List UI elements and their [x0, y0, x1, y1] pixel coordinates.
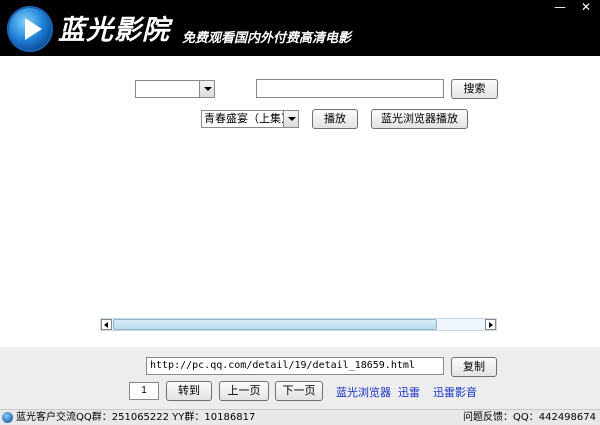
episode-select-value: 青春盛宴（上集） — [204, 112, 292, 125]
close-icon[interactable]: ✕ — [576, 1, 596, 15]
scroll-left-icon[interactable] — [101, 319, 112, 330]
category-select[interactable] — [135, 80, 215, 98]
goto-button[interactable]: 转到 — [166, 381, 212, 401]
browser-play-button[interactable]: 蓝光浏览器播放 — [371, 109, 468, 129]
link-lanGuang-browser[interactable]: 蓝光浏览器 — [336, 384, 391, 400]
title-bar: 蓝光影院 免费观看国内外付费高清电影 — ✕ — [0, 0, 600, 56]
scrollbar-thumb[interactable] — [113, 319, 437, 330]
link-xunlei[interactable]: 迅雷 — [398, 384, 420, 400]
next-page-button[interactable]: 下一页 — [275, 381, 323, 401]
link-xunlei-player[interactable]: 迅雷影音 — [433, 384, 477, 400]
search-input[interactable] — [256, 79, 444, 98]
episode-select[interactable]: 青春盛宴（上集） — [201, 110, 299, 128]
bottom-panel: http://pc.qq.com/detail/19/detail_18659.… — [0, 347, 600, 409]
minimize-icon[interactable]: — — [550, 1, 570, 15]
status-feedback-text: 问题反馈：QQ：442498674 — [462, 412, 596, 423]
app-title: 蓝光影院 — [58, 15, 170, 46]
play-button[interactable]: 播放 — [312, 109, 358, 129]
app-slogan: 免费观看国内外付费高清电影 — [182, 31, 352, 46]
copy-button[interactable]: 复制 — [451, 357, 497, 377]
status-logo-icon — [2, 412, 13, 423]
app-window: 蓝光影院 免费观看国内外付费高清电影 — ✕ 搜索 青春盛宴（上集） 播放 蓝光… — [0, 0, 600, 425]
status-contact-text: 蓝光客户交流QQ群：251065222 YY群：10186817 — [16, 412, 256, 423]
url-field[interactable]: http://pc.qq.com/detail/19/detail_18659.… — [146, 357, 444, 375]
horizontal-scrollbar[interactable] — [100, 318, 497, 331]
status-bar: 蓝光客户交流QQ群：251065222 YY群：10186817 问题反馈：QQ… — [0, 409, 600, 425]
search-button[interactable]: 搜索 — [451, 79, 498, 99]
play-logo-icon — [7, 6, 53, 52]
dropdown-arrow-icon[interactable] — [283, 111, 298, 127]
prev-page-button[interactable]: 上一页 — [219, 381, 269, 401]
page-number-input[interactable]: 1 — [129, 382, 159, 400]
scroll-right-icon[interactable] — [485, 319, 496, 330]
dropdown-arrow-icon[interactable] — [199, 81, 214, 97]
window-controls: — ✕ — [550, 1, 596, 15]
